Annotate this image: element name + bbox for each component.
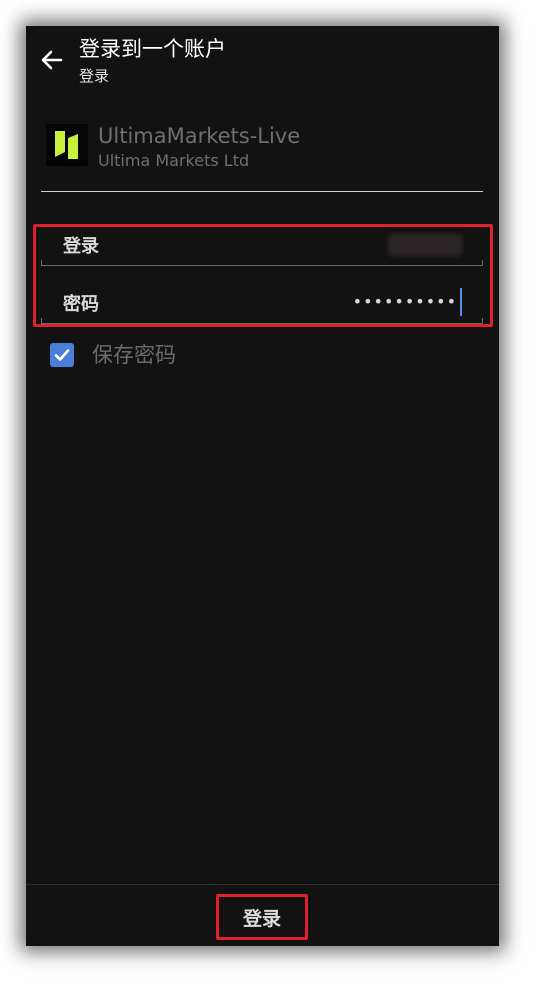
checkbox-checked-icon[interactable]: [50, 343, 74, 367]
back-button[interactable]: [36, 44, 68, 76]
page-subtitle: 登录: [79, 67, 110, 85]
login-label: 登录: [63, 236, 99, 257]
login-field[interactable]: 登录: [41, 226, 483, 266]
login-value-redacted: [388, 234, 462, 256]
save-password-label: 保存密码: [92, 343, 176, 367]
divider: [41, 191, 483, 192]
password-value: ••••••••••: [352, 292, 457, 311]
password-label: 密码: [63, 294, 99, 315]
arrow-left-icon: [41, 50, 63, 70]
server-company: Ultima Markets Ltd: [98, 151, 250, 170]
server-name: UltimaMarkets-Live: [98, 124, 301, 148]
password-field[interactable]: 密码 ••••••••••: [41, 284, 483, 324]
app-header: 登录到一个账户 登录: [26, 26, 499, 98]
login-submit-button[interactable]: 登录: [216, 894, 308, 940]
page-title: 登录到一个账户: [79, 37, 226, 61]
password-field-underline: [41, 318, 483, 324]
login-screen: 登录到一个账户 登录 UltimaMarkets-Live Ultima Mar…: [26, 26, 499, 946]
server-info: UltimaMarkets-Live Ultima Markets Ltd: [46, 122, 486, 178]
save-password-checkbox[interactable]: 保存密码: [50, 340, 350, 370]
text-cursor: [460, 288, 462, 316]
ultima-markets-logo-icon: [46, 124, 88, 166]
footer-divider: [26, 884, 499, 885]
login-field-underline: [41, 260, 483, 266]
